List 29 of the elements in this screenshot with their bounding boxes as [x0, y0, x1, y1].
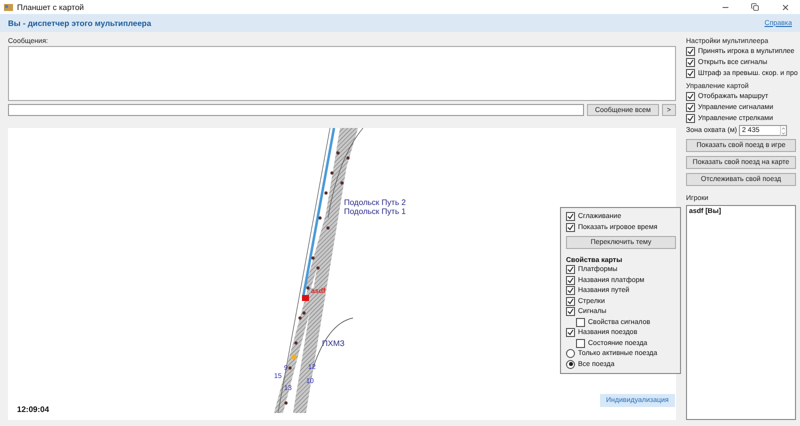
checkbox[interactable]: [686, 103, 695, 112]
checkbox[interactable]: [576, 338, 585, 348]
window-title: Планшет с картой: [17, 2, 85, 12]
checkbox[interactable]: [566, 265, 575, 274]
map-label: Подольск Путь 2: [344, 199, 406, 207]
map-label: Подольск Путь 1: [344, 208, 406, 216]
checkbox[interactable]: [566, 286, 575, 295]
banner-text: Вы - диспетчер этого мультиплеера: [8, 18, 152, 28]
checkbox[interactable]: [566, 222, 575, 232]
checkbox[interactable]: [686, 114, 695, 123]
checkbox[interactable]: [686, 92, 695, 101]
checkbox[interactable]: [566, 276, 575, 284]
message-input[interactable]: [8, 104, 584, 116]
radio-button[interactable]: [566, 349, 575, 358]
checkbox[interactable]: [576, 318, 585, 326]
app-icon: [4, 2, 13, 12]
radio-button[interactable]: [566, 360, 575, 368]
checkbox[interactable]: [566, 328, 575, 337]
checkbox[interactable]: [686, 47, 695, 56]
restore-icon: [751, 3, 759, 11]
map-label: ПХМЗ: [322, 340, 345, 348]
close-icon: [780, 2, 790, 12]
checkbox[interactable]: [686, 69, 695, 78]
checkbox[interactable]: [686, 58, 695, 67]
game-time: 12:09:04: [17, 405, 50, 414]
checkbox[interactable]: [566, 212, 575, 221]
checkbox[interactable]: [566, 296, 575, 306]
checkbox[interactable]: [566, 307, 575, 316]
spinner-arrows-icon[interactable]: [780, 126, 786, 136]
